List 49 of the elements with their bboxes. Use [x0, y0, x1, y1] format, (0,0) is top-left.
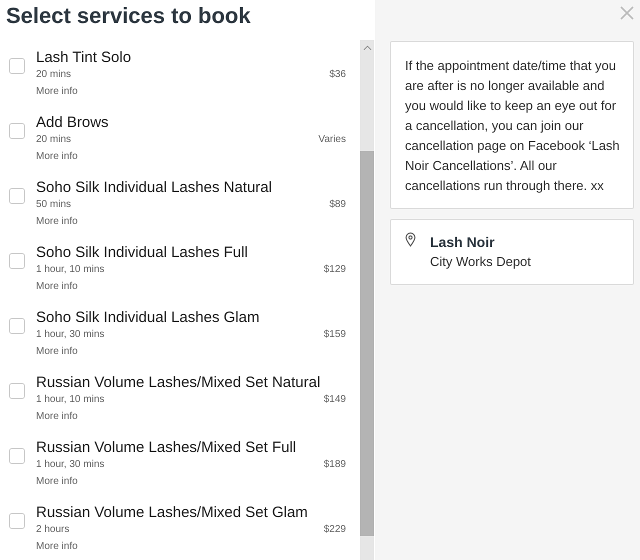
location-pin-icon [405, 232, 416, 247]
more-info-link[interactable]: More info [36, 277, 346, 297]
close-icon[interactable] [620, 6, 634, 20]
scroll-up-icon[interactable] [362, 45, 372, 51]
more-info-link[interactable]: More info [36, 212, 346, 232]
service-duration: 1 hour, 10 mins [36, 393, 104, 407]
service-duration: 2 hours [36, 523, 70, 537]
service-name: Russian Volume Lashes/Mixed Set Natural [36, 373, 322, 393]
service-duration: 1 hour, 10 mins [36, 263, 104, 277]
service-price: Varies [318, 133, 346, 147]
checkbox[interactable] [9, 123, 25, 139]
more-info-link[interactable]: More info [36, 407, 346, 427]
checkbox[interactable] [9, 253, 25, 269]
more-info-link[interactable]: More info [36, 342, 346, 362]
checkbox[interactable] [9, 188, 25, 204]
service-price: $89 [329, 198, 346, 212]
checkbox[interactable] [9, 448, 25, 464]
service-price: $229 [324, 523, 346, 537]
more-info-link[interactable]: More info [36, 82, 346, 102]
service-name: Soho Silk Individual Lashes Natural [36, 178, 273, 198]
service-price: $36 [329, 68, 346, 82]
service-price: $159 [324, 328, 346, 342]
service-price: $129 [324, 263, 346, 277]
location-address: City Works Depot [430, 253, 531, 271]
service-duration: 1 hour, 30 mins [36, 328, 104, 342]
scrollbar-thumb[interactable] [360, 151, 374, 536]
service-duration: 20 mins [36, 133, 72, 147]
location-name: Lash Noir [430, 233, 496, 252]
checkbox[interactable] [9, 513, 25, 529]
scrollbar[interactable] [360, 40, 374, 560]
service-name: Add Brows [36, 113, 110, 133]
checkbox[interactable] [9, 383, 25, 399]
dialog-title: Select services to book [6, 2, 252, 30]
service-name: Russian Volume Lashes/Mixed Set Glam [36, 503, 309, 523]
service-duration: 1 hour, 30 mins [36, 458, 104, 472]
more-info-link[interactable]: More info [36, 472, 346, 492]
service-duration: 20 mins [36, 68, 72, 82]
more-info-link[interactable]: More info [36, 537, 346, 557]
checkbox[interactable] [9, 58, 25, 74]
service-name: Soho Silk Individual Lashes Glam [36, 308, 260, 328]
service-price: $189 [324, 458, 346, 472]
service-name: Russian Volume Lashes/Mixed Set Full [36, 438, 298, 458]
service-name: Soho Silk Individual Lashes Full [36, 243, 249, 263]
service-price: $149 [324, 393, 346, 407]
more-info-link[interactable]: More info [36, 147, 346, 167]
service-duration: 50 mins [36, 198, 72, 212]
checkbox[interactable] [9, 318, 25, 334]
service-name: Lash Tint Solo [36, 48, 132, 68]
cancellation-notice: If the appointment date/time that you are after is no longer available and you would like to keep an eye out for a cancellation, you can join our cancellation page on Facebook ‘Lash Noir Cancellations’. All our cancellations run through there. xx [405, 57, 621, 195]
